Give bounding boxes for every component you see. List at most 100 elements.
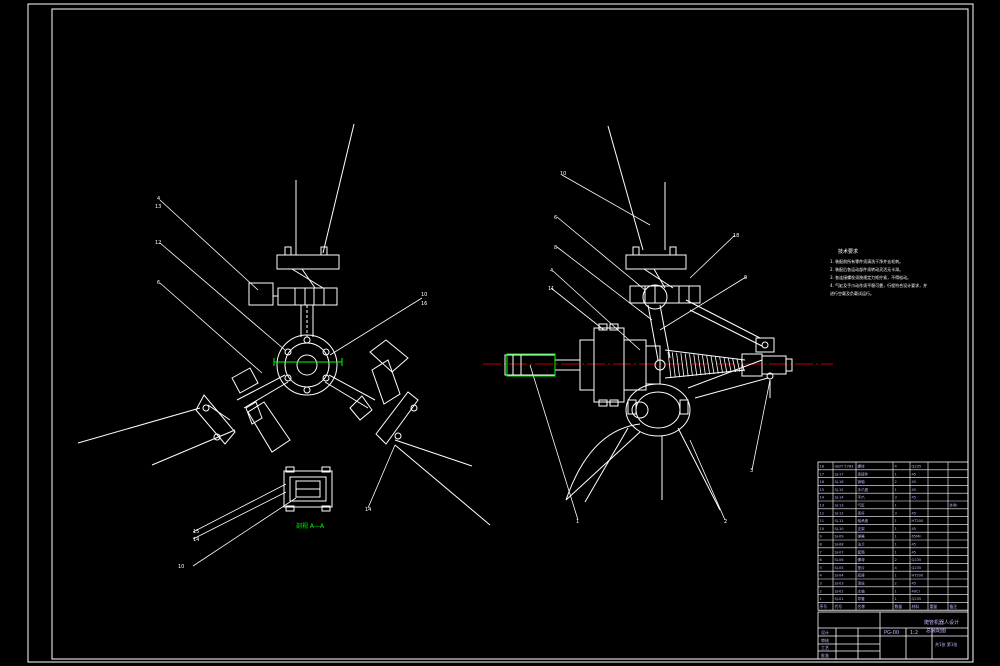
assembly-drawing: 4 13 12 6 10 16 14 15 14 10 剖视 A—A 10 6 … [0, 0, 1000, 666]
bom-cell: 3 [820, 582, 822, 586]
callout-r3: 8 [554, 245, 557, 251]
role-approve: 批准 [821, 652, 829, 658]
drawing-title-1: 爬管机器人设计 [924, 619, 959, 626]
role-process: 工艺 [821, 645, 829, 650]
bom-cell: 14 [820, 496, 825, 500]
callout-l8: 15 [193, 529, 199, 535]
bom-cell: 手爪座 [858, 487, 869, 492]
note-line-2: 2. 装配后各运动部件须转动灵活无卡滞。 [830, 266, 903, 272]
callout-l1: 4 [157, 196, 160, 202]
bom-cell: 手爪 [858, 495, 866, 500]
bom-cell: 45 [912, 480, 917, 484]
bom-cell: SJ-08 [835, 543, 845, 547]
bom-header: 数量 [895, 604, 903, 609]
callout-r2: 6 [554, 215, 557, 221]
drawing-background [0, 0, 1000, 666]
bom-cell: HT200 [912, 519, 924, 523]
bom-cell: 1 [895, 550, 897, 554]
bom-cell: Q235 [912, 465, 922, 469]
bom-cell: SJ-06 [835, 558, 845, 562]
bom-cell: SJ-17 [835, 472, 844, 476]
bom-cell: 45 [912, 543, 917, 547]
bom-cell: SJ-13 [835, 504, 844, 508]
bom-cell: SJ-15 [835, 488, 844, 492]
bom-cell: SJ-09 [835, 535, 845, 539]
bom-cell: 45 [912, 527, 917, 531]
section-label: 剖视 A—A [296, 522, 325, 530]
bom-header: 备注 [950, 604, 958, 609]
callout-r5: 11 [548, 286, 554, 292]
bom-header: 材料 [912, 604, 920, 609]
callout-l7: 14 [365, 507, 371, 513]
bom-header: 代号 [835, 604, 843, 609]
bom-cell: Q235 [912, 566, 922, 570]
bom-cell: SJ-01 [835, 597, 844, 601]
bom-cell: 1 [895, 543, 897, 547]
drawing-number: PG-00 [884, 630, 899, 636]
bom-cell: SJ-10 [835, 527, 845, 531]
bom-cell: 螺栓 [858, 464, 866, 469]
bom-cell: 支架 [858, 526, 866, 531]
bom-cell: 65Mn [912, 535, 922, 539]
bom-cell: SJ-03 [835, 582, 844, 586]
bom-cell: 40Cr [912, 589, 921, 593]
bom-cell: 连接件 [858, 471, 869, 476]
notes-title: 技术要求 [838, 248, 858, 255]
bom-cell: SJ-04 [835, 574, 845, 578]
bom-cell: 3 [895, 496, 897, 500]
bom-cell: 1 [895, 519, 897, 523]
bom-cell: 45 [912, 582, 917, 586]
bom-cell: 垫片 [858, 565, 866, 570]
callout-l10: 10 [178, 564, 184, 570]
bom-cell: SJ-02 [835, 589, 844, 593]
bom-cell: 15 [820, 488, 825, 492]
bom-cell: 底座 [858, 573, 866, 578]
bom-cell: 套筒 [858, 549, 866, 554]
bom-cell: 17 [820, 472, 825, 476]
bom-cell: 3 [895, 511, 897, 515]
bom-header: 序号 [820, 604, 828, 609]
bom-cell: 11 [820, 519, 825, 523]
callout-r8: 2 [724, 519, 727, 525]
callout-r1: 10 [560, 171, 566, 177]
note-line-4: 4. 气缸及手爪动作须平稳可靠，行程符合设计要求，并 [830, 282, 927, 288]
note-line-1: 1. 装配前所有零件须清洗干净并去毛刺。 [830, 258, 903, 264]
bom-cell: 主轴 [858, 588, 866, 593]
callout-l4: 6 [157, 280, 160, 286]
bom-cell: 1 [895, 535, 897, 539]
sheet-info: 共1张 第1张 [935, 641, 957, 647]
callout-l5: 10 [421, 292, 427, 298]
bom-cell: 18 [820, 465, 825, 469]
bom-cell: 45 [912, 511, 917, 515]
bom-cell: 滚轮 [858, 581, 866, 586]
note-line-5: 进行空载及负载试运行。 [830, 290, 874, 296]
bom-cell: 7 [820, 550, 822, 554]
bom-cell: 1 [895, 504, 897, 508]
bom-cell: 轴承座 [858, 518, 869, 523]
cad-drawing-canvas: 4 13 12 6 10 16 14 15 14 10 剖视 A—A 10 6 … [0, 0, 1000, 666]
bom-cell: 16 [820, 480, 825, 484]
bom-cell: SJ-16 [835, 480, 845, 484]
bom-cell: SJ-14 [835, 496, 845, 500]
bom-cell: 1 [895, 597, 897, 601]
bom-cell: 10 [820, 527, 825, 531]
bom-cell: HT200 [912, 574, 924, 578]
bom-header: 重量 [930, 604, 938, 609]
callout-r6: 18 [733, 233, 739, 239]
bom-cell: 1 [895, 574, 897, 578]
bom-cell: 1 [895, 589, 897, 593]
note-line-3: 3. 各连接螺栓须按规定力矩拧紧，不得松动。 [830, 274, 911, 280]
bom-cell: 1 [895, 488, 897, 492]
bom-cell: 2 [895, 582, 897, 586]
callout-r4: 4 [550, 268, 553, 274]
bom-cell: 1 [895, 472, 897, 476]
bom-cell: 气缸 [858, 503, 866, 508]
bom-cell: 2 [895, 480, 897, 484]
bom-cell: Q235 [912, 558, 922, 562]
bom-cell: 弹簧 [858, 534, 866, 539]
bom-cell: SJ-07 [835, 550, 844, 554]
bom-cell: SJ-11 [835, 519, 844, 523]
bom-cell: 45 [912, 496, 917, 500]
bom-cell: SJ-05 [835, 566, 844, 570]
bom-cell: 连杆 [858, 510, 866, 515]
